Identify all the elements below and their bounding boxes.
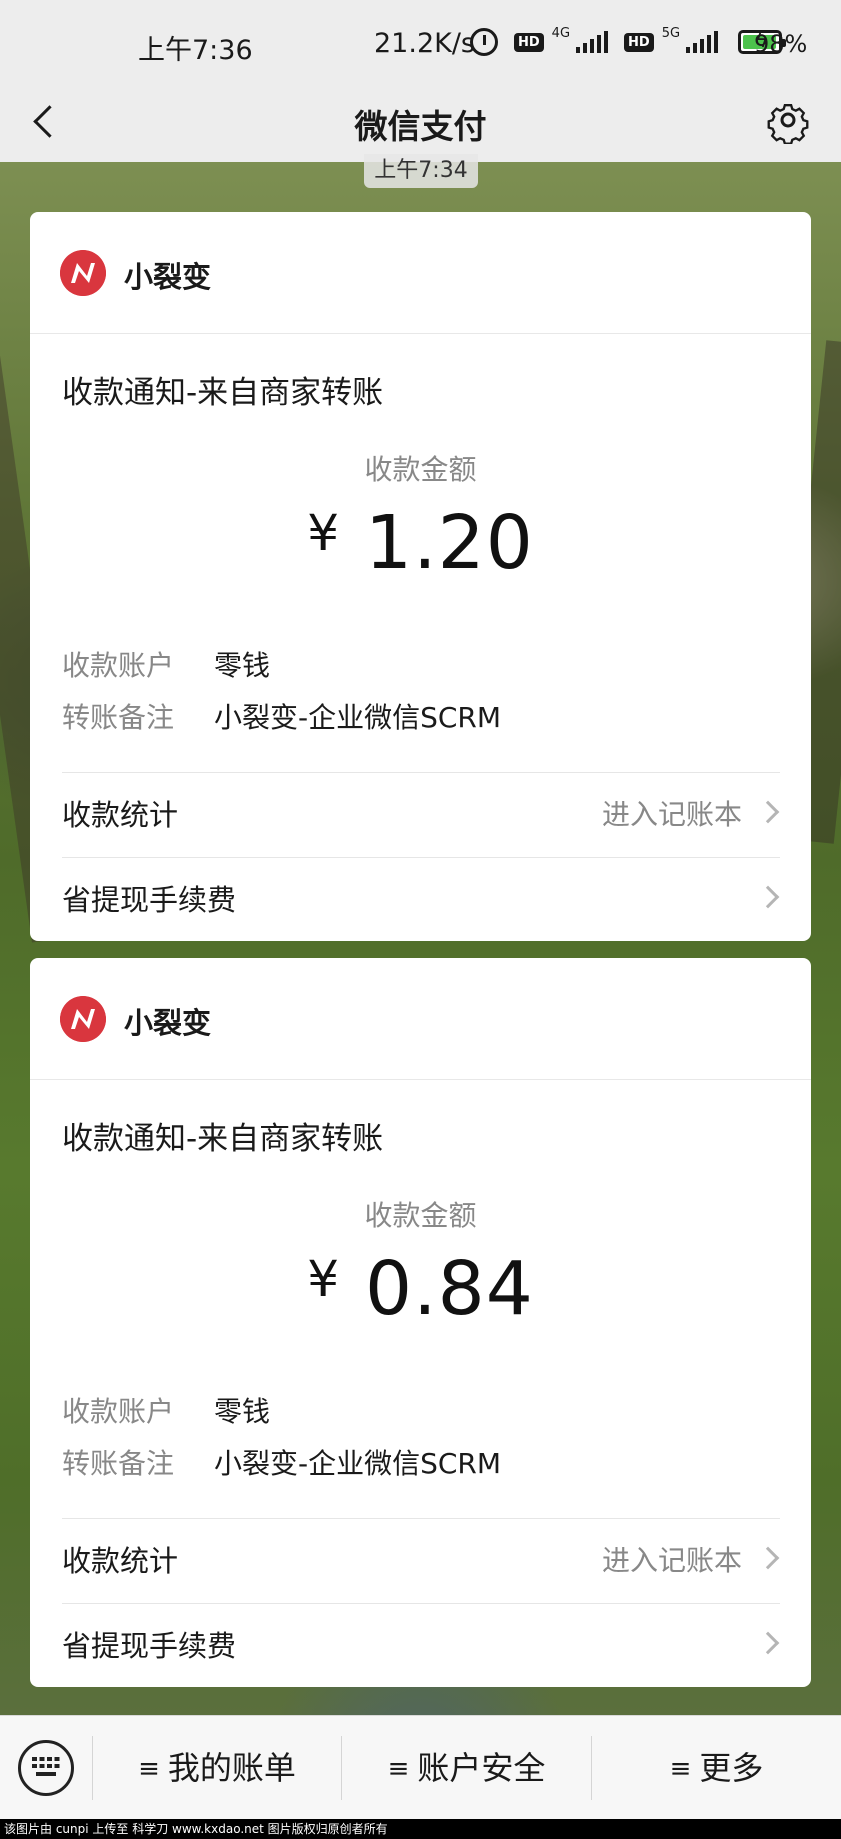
message-timestamp: 上午7:34 [364, 154, 478, 188]
account-label: 收款账户 [62, 1395, 175, 1428]
net-5g-label: 5G [661, 25, 681, 41]
stats-label: 收款统计 [62, 798, 179, 832]
hd-badge-2: HD [624, 32, 654, 52]
ledger-link[interactable]: 进入记账本 [602, 773, 742, 857]
amount-label: 收款金额 [364, 453, 477, 486]
bottom-menu-bar: ≡ 我的账单 ≡ 账户安全 ≡ 更多 [0, 1715, 841, 1819]
payment-notice-card[interactable]: 小裂变 收款通知-来自商家转账 收款金额 ¥0.84 收款账户 零钱 转账备注 … [30, 958, 811, 1687]
status-icons: HD 4G HD 5G ϟ [470, 25, 787, 56]
fee-label: 省提现手续费 [62, 883, 237, 917]
card-header[interactable]: 小裂变 [30, 958, 811, 1080]
amount-value: ¥1.20 [30, 500, 811, 586]
currency-symbol: ¥ [307, 504, 340, 562]
note-value: 小裂变-企业微信SCRM [214, 1447, 502, 1480]
menu-icon: ≡ [138, 1754, 160, 1784]
notice-title: 收款通知-来自商家转账 [62, 1121, 384, 1157]
watermark-footer: 该图片由 cunpi 上传至 科学刀 www.kxdao.net 图片版权归原创… [0, 1819, 841, 1839]
account-label: 收款账户 [62, 649, 175, 682]
note-value: 小裂变-企业微信SCRM [214, 701, 502, 734]
keyboard-icon[interactable] [18, 1740, 74, 1796]
chevron-right-icon [756, 800, 780, 824]
account-value: 零钱 [214, 1395, 271, 1428]
amount-number: 0.84 [365, 1246, 534, 1332]
stats-label: 收款统计 [62, 1544, 179, 1578]
ledger-link[interactable]: 进入记账本 [602, 1519, 742, 1603]
menu-account-security[interactable]: ≡ 账户安全 [342, 1716, 591, 1820]
menu-more[interactable]: ≡ 更多 [592, 1716, 841, 1820]
status-time: 上午7:36 [138, 35, 253, 66]
screen: 上午7:36 21.2K/s HD 4G HD 5G ϟ 98% 微信支付 上午… [0, 0, 841, 1839]
payment-notice-card[interactable]: 小裂变 收款通知-来自商家转账 收款金额 ¥1.20 收款账户 零钱 转账备注 … [30, 212, 811, 941]
hd-badge: HD [514, 32, 544, 52]
account-value: 零钱 [214, 649, 271, 682]
alarm-icon [470, 28, 498, 56]
stats-row[interactable]: 收款统计 进入记账本 [62, 1519, 780, 1603]
status-bar: 上午7:36 21.2K/s HD 4G HD 5G ϟ 98% [0, 0, 841, 82]
amount-label: 收款金额 [364, 1199, 477, 1232]
note-label: 转账备注 [62, 701, 175, 734]
net-4g-label: 4G [551, 25, 571, 41]
signal-icon-2 [686, 31, 719, 53]
chevron-right-icon [756, 1631, 780, 1655]
fee-label: 省提现手续费 [62, 1629, 237, 1663]
fee-row[interactable]: 省提现手续费 [62, 858, 780, 942]
menu-more-label: 更多 [699, 1749, 764, 1787]
stats-row[interactable]: 收款统计 进入记账本 [62, 773, 780, 857]
menu-my-bills[interactable]: ≡ 我的账单 [93, 1716, 341, 1820]
battery-percent: 98% [754, 30, 808, 58]
gear-icon[interactable] [764, 96, 812, 144]
nav-bar: 微信支付 [0, 82, 841, 162]
brand-logo-icon [60, 250, 106, 296]
currency-symbol: ¥ [307, 1250, 340, 1308]
notice-title: 收款通知-来自商家转账 [62, 375, 384, 411]
note-label: 转账备注 [62, 1447, 175, 1480]
brand-logo-icon [60, 996, 106, 1042]
menu-account-security-label: 账户安全 [417, 1749, 546, 1787]
card-header[interactable]: 小裂变 [30, 212, 811, 334]
amount-value: ¥0.84 [30, 1246, 811, 1332]
brand-name: 小裂变 [124, 260, 212, 294]
fee-row[interactable]: 省提现手续费 [62, 1604, 780, 1688]
chevron-right-icon [756, 1546, 780, 1570]
menu-icon: ≡ [387, 1754, 410, 1784]
chevron-right-icon [756, 885, 780, 909]
page-title: 微信支付 [354, 107, 487, 146]
menu-icon: ≡ [669, 1754, 692, 1784]
brand-name: 小裂变 [124, 1006, 212, 1040]
status-net-speed: 21.2K/s [374, 28, 475, 59]
signal-icon [576, 31, 609, 53]
amount-number: 1.20 [365, 500, 534, 586]
menu-my-bills-label: 我的账单 [167, 1749, 296, 1787]
